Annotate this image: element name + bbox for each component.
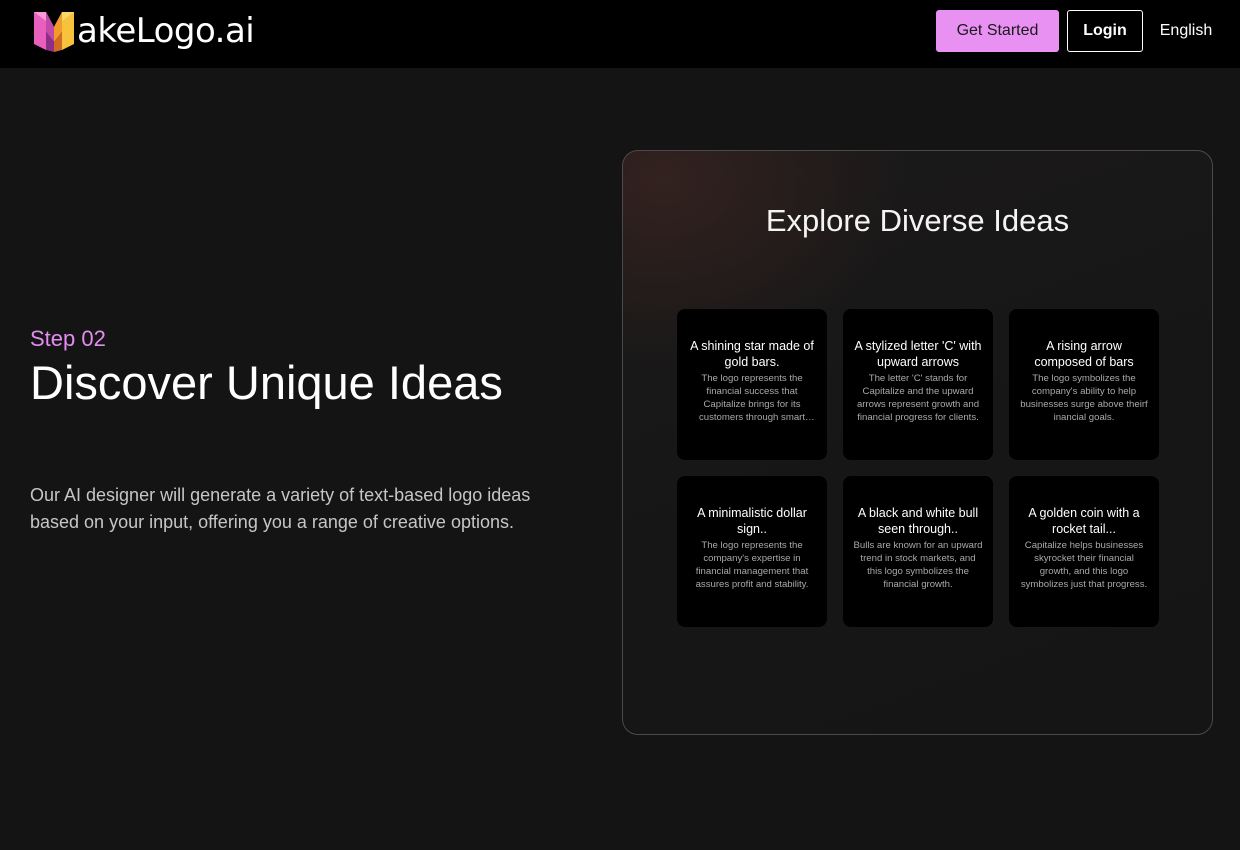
get-started-button[interactable]: Get Started [936, 10, 1059, 52]
idea-card-title: A shining star made of gold bars. [690, 339, 814, 369]
brand-logo-link[interactable]: akeLogo.ai [33, 10, 255, 52]
ideas-preview-panel: Explore Diverse Ideas A shining star mad… [622, 150, 1213, 735]
idea-card-description: Bulls are known for an upward trend in s… [853, 540, 983, 590]
idea-card[interactable]: A rising arrow composed of bars The logo… [1009, 309, 1159, 460]
step-label: Step 02 [30, 326, 106, 351]
panel-title: Explore Diverse Ideas [765, 203, 1070, 238]
top-nav: akeLogo.ai Get Started Login English [0, 0, 1240, 68]
idea-card-title: A stylized letter 'C' with upward arrows [854, 339, 982, 369]
login-button[interactable]: Login [1067, 10, 1143, 52]
idea-card-description: The logo symbolizes the company's abilit… [1020, 373, 1148, 423]
language-selector[interactable]: English [1151, 10, 1221, 52]
idea-card-description: Capitalize helps businesses skyrocket th… [1020, 540, 1148, 590]
idea-card-description: The logo represents the company's expert… [695, 540, 809, 590]
idea-card-grid: A shining star made of gold bars. The lo… [677, 309, 1159, 627]
idea-card-title: A rising arrow composed of bars [1034, 339, 1134, 369]
brand-name: akeLogo.ai [77, 11, 255, 51]
idea-card[interactable]: A golden coin with a rocket tail... Capi… [1009, 476, 1159, 627]
page-title: Discover Unique Ideas [30, 356, 503, 409]
idea-card-title: A black and white bull seen through.. [857, 506, 979, 536]
idea-card[interactable]: A shining star made of gold bars. The lo… [677, 309, 827, 460]
makelogo-m-logo-icon [34, 12, 74, 52]
idea-card-description: The letter 'C' stands for Capitalize and… [856, 373, 980, 423]
idea-card[interactable]: A minimalistic dollar sign.. The logo re… [677, 476, 827, 627]
idea-card-title: A golden coin with a rocket tail... [1028, 506, 1140, 536]
idea-card[interactable]: A stylized letter 'C' with upward arrows… [843, 309, 993, 460]
idea-card-title: A minimalistic dollar sign.. [697, 506, 807, 536]
idea-card-description: The logo represents the financial succes… [698, 373, 806, 423]
hero-description: Our AI designer will generate a variety … [30, 485, 531, 532]
idea-card[interactable]: A black and white bull seen through.. Bu… [843, 476, 993, 627]
